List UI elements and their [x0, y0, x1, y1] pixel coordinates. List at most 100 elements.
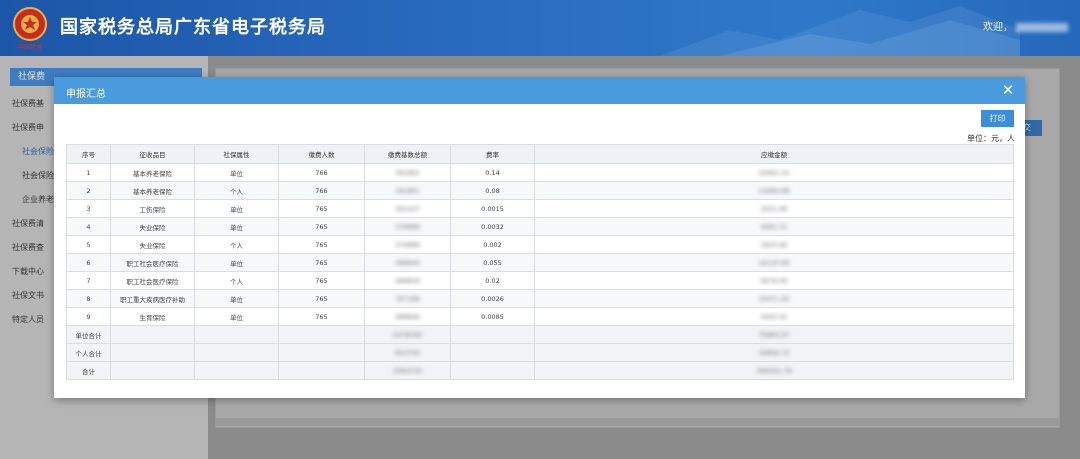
- cell-base-value: 391437: [395, 204, 420, 213]
- cell-rate-value: 0.0015: [481, 204, 504, 213]
- cell-amount: 5661.01: [534, 217, 1014, 236]
- close-icon[interactable]: ✕: [999, 81, 1017, 99]
- cell-no-value: 4: [86, 222, 91, 231]
- cell-amount: 1631.99: [534, 199, 1014, 218]
- welcome-prefix: 欢迎，: [983, 22, 1013, 33]
- cell-attr-value: 个人: [230, 277, 243, 286]
- table-row: 8 职工重大疾病医疗补助 单位 765 787188 0.0026 2047L.69: [66, 289, 1014, 308]
- cell-attr-value: 个人: [230, 187, 243, 196]
- total-amount: 34856.72: [534, 343, 1014, 362]
- cell-base: 787188: [364, 289, 451, 308]
- cell-rate: 0.0085: [450, 307, 535, 326]
- cell-base-value: 391861: [395, 168, 420, 177]
- cell-rate: 0.0026: [450, 289, 535, 308]
- cell-no-value: 2: [86, 186, 91, 195]
- cell-rate-value: 0.02: [485, 276, 500, 285]
- column-header: 征收品目: [110, 144, 195, 164]
- table-row: 1 基本养老保险 单位 766 391861 0.14 42691.54: [66, 163, 1014, 182]
- cell-rate: 0.055: [450, 253, 535, 272]
- cell-rate: 0.0032: [450, 217, 535, 236]
- sidebar-item[interactable]: 社会保险: [22, 146, 54, 157]
- total-label-value: 合计: [82, 367, 95, 376]
- cell-base: 489846: [364, 253, 451, 272]
- sidebar-item[interactable]: 社保费申: [12, 122, 44, 133]
- cell-rate-value: 0.08: [485, 186, 500, 195]
- cell-count-value: 765: [315, 258, 328, 267]
- cell-attr: 单位: [194, 217, 279, 236]
- top-header: 中国税务 国家税务总局广东省电子税务局 欢迎，: [0, 0, 1080, 56]
- cell-item: 失业保险: [110, 235, 195, 254]
- tax-emblem-icon: 中国税务: [13, 7, 47, 51]
- cell-base-value: 787188: [395, 294, 420, 303]
- emblem-caption: 中国税务: [18, 43, 42, 51]
- cell-amount: 9676.06: [534, 271, 1014, 290]
- table-header-row: 序号 征收品目 社保属性 缴费人数 缴费基数总额 费率 应缴金额: [66, 144, 1014, 164]
- cell-attr: 个人: [194, 271, 279, 290]
- total-base: 2479190: [364, 325, 451, 344]
- horizontal-scrollbar[interactable]: [215, 418, 1060, 426]
- cell-count: 765: [278, 307, 365, 326]
- total-base-value: 3364150: [393, 366, 422, 375]
- cell-attr: 单位: [194, 289, 279, 308]
- total-label: 合计: [66, 361, 111, 380]
- cell-count-value: 765: [315, 240, 328, 249]
- empty-cell: [194, 343, 279, 362]
- sidebar-item[interactable]: 社保费清: [12, 218, 44, 229]
- sidebar-item[interactable]: 社保费查: [12, 242, 44, 253]
- cell-no: 8: [66, 289, 111, 308]
- cell-count: 766: [278, 181, 365, 200]
- cell-amount-value: 5661.01: [760, 222, 788, 231]
- cell-rate-value: 0.0026: [481, 294, 504, 303]
- cell-count-value: 765: [315, 222, 328, 231]
- cell-item: 职工社会医疗保险: [110, 253, 195, 272]
- cell-amount-value: 42691.54: [758, 168, 790, 177]
- welcome-user[interactable]: 欢迎，: [983, 18, 1068, 33]
- total-base: 653750: [364, 343, 451, 362]
- table-row: 9 生育保险 单位 765 489846 0.0085 4063.42: [66, 307, 1014, 326]
- sidebar-item[interactable]: 企业养老: [22, 194, 54, 205]
- cell-no: 1: [66, 163, 111, 182]
- empty-cell: [450, 361, 535, 380]
- sidebar-item[interactable]: 社保文书: [12, 290, 44, 301]
- cell-item-value: 基本养老保险: [133, 169, 172, 178]
- sidebar-item[interactable]: 特定人员: [12, 314, 44, 325]
- sidebar-item[interactable]: 社保费基: [12, 98, 44, 109]
- sidebar-item[interactable]: 下载中心: [12, 266, 44, 277]
- cell-count: 765: [278, 271, 365, 290]
- cell-base: 489846: [364, 271, 451, 290]
- print-button[interactable]: 打印: [981, 110, 1014, 127]
- cell-no: 9: [66, 307, 111, 326]
- total-base-value: 653750: [395, 348, 420, 357]
- total-row: 合计 3364150 396301.79: [66, 361, 1014, 380]
- cell-item-value: 失业保险: [139, 223, 166, 232]
- total-label-value: 个人合计: [75, 349, 102, 358]
- total-amount: 75884.97: [534, 325, 1014, 344]
- cell-item: 职工重大疾病医疗补助: [110, 289, 195, 308]
- cell-attr-value: 单位: [230, 295, 243, 304]
- unit-note: 单位：元，人: [967, 134, 1015, 143]
- table-row: 5 失业保险 个人 765 376898 0.002 1820.66: [66, 235, 1014, 254]
- mountain-decoration: [660, 6, 1020, 56]
- table-row: 2 基本养老保险 个人 766 391861 0.08 24966.88: [66, 181, 1014, 200]
- cell-item-value: 生育保险: [139, 313, 166, 322]
- cell-attr-value: 单位: [230, 259, 243, 268]
- total-label-value: 单位合计: [75, 331, 102, 340]
- table-row: 4 失业保险 单位 765 376898 0.0032 5661.01: [66, 217, 1014, 236]
- cell-amount: 42691.54: [534, 163, 1014, 182]
- cell-base: 376898: [364, 217, 451, 236]
- column-header: 缴费基数总额: [364, 144, 451, 164]
- sidebar-item[interactable]: 社会保险: [22, 170, 54, 181]
- cell-item-value: 工伤保险: [139, 205, 166, 214]
- cell-count-value: 765: [315, 204, 328, 213]
- cell-amount-value: 1820.66: [760, 240, 788, 249]
- cell-no: 6: [66, 253, 111, 272]
- cell-item-value: 职工社会医疗保险: [126, 259, 179, 268]
- cell-no: 7: [66, 271, 111, 290]
- cell-item: 工伤保险: [110, 199, 195, 218]
- empty-cell: [194, 325, 279, 344]
- empty-cell: [110, 343, 195, 362]
- cell-item: 基本养老保险: [110, 181, 195, 200]
- cell-rate: 0.002: [450, 235, 535, 254]
- cell-base: 391861: [364, 163, 451, 182]
- empty-cell: [278, 325, 365, 344]
